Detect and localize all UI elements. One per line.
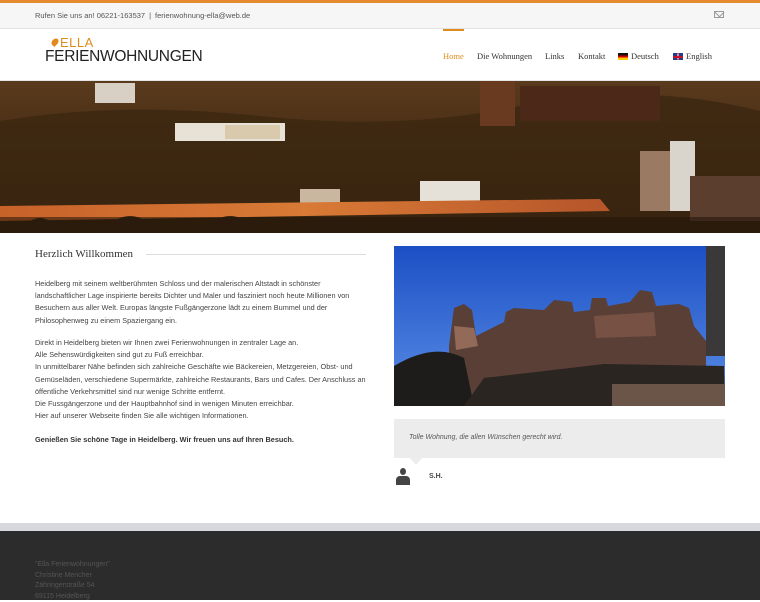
- nav-kontakt[interactable]: Kontakt: [578, 51, 605, 61]
- nav-deutsch[interactable]: Deutsch: [618, 51, 659, 61]
- logo-line-ferienwohnungen: FERIENWOHNUNGEN: [45, 48, 203, 65]
- user-icon: [396, 468, 410, 486]
- page-title: Herzlich Willkommen: [35, 248, 134, 260]
- testimonial-quote: Tolle Wohnung, die allen Wünschen gerech…: [409, 434, 563, 441]
- contact-separator: |: [149, 11, 152, 20]
- hero-banner-image: [0, 81, 760, 233]
- heidelberg-bridge-illustration: [0, 81, 760, 233]
- nav-home[interactable]: Home: [443, 29, 464, 61]
- flag-uk-icon: [673, 53, 683, 60]
- testimonial-arrow: [410, 458, 422, 465]
- flame-icon: [50, 37, 60, 47]
- testimonial-box: Tolle Wohnung, die allen Wünschen gerech…: [394, 419, 725, 458]
- footer-address: "Ella Ferienwohnungen" Christine Mencher…: [35, 561, 110, 600]
- castle-photo: [394, 246, 725, 406]
- nav-die-wohnungen[interactable]: Die Wohnungen: [477, 51, 532, 61]
- contact-info: Rufen Sie uns an! 06221-163537 | ferienwoh…: [35, 11, 250, 20]
- intro-paragraph: Heidelberg mit seinem weltberühmten Schl…: [35, 279, 350, 325]
- flag-de-icon: [618, 53, 628, 60]
- top-bar: Rufen Sie uns an! 06221-163537 | ferienwoh…: [0, 3, 760, 29]
- site-logo[interactable]: ELLA FERIENWOHNUNGEN: [45, 36, 203, 65]
- site-header: ELLA FERIENWOHNUNGEN Home Die Wohnungen …: [0, 29, 760, 81]
- details-paragraph: Direkt in Heidelberg bieten wir Ihnen zw…: [35, 338, 366, 421]
- footer-divider-strip: [0, 523, 760, 531]
- testimonial-author: S.H.: [429, 473, 443, 480]
- phone-text: Rufen Sie uns an! 06221-163537: [35, 11, 146, 20]
- nav-links[interactable]: Links: [545, 51, 564, 61]
- title-divider: [146, 254, 366, 255]
- site-footer: "Ella Ferienwohnungen" Christine Mencher…: [0, 531, 760, 600]
- nav-english[interactable]: English: [673, 51, 712, 61]
- heidelberg-castle-illustration: [394, 246, 725, 406]
- email-link[interactable]: ferienwohnung-ella@web.de: [155, 11, 250, 20]
- envelope-icon[interactable]: [714, 11, 724, 18]
- closing-paragraph: Genießen Sie schöne Tage in Heidelberg. …: [35, 435, 294, 444]
